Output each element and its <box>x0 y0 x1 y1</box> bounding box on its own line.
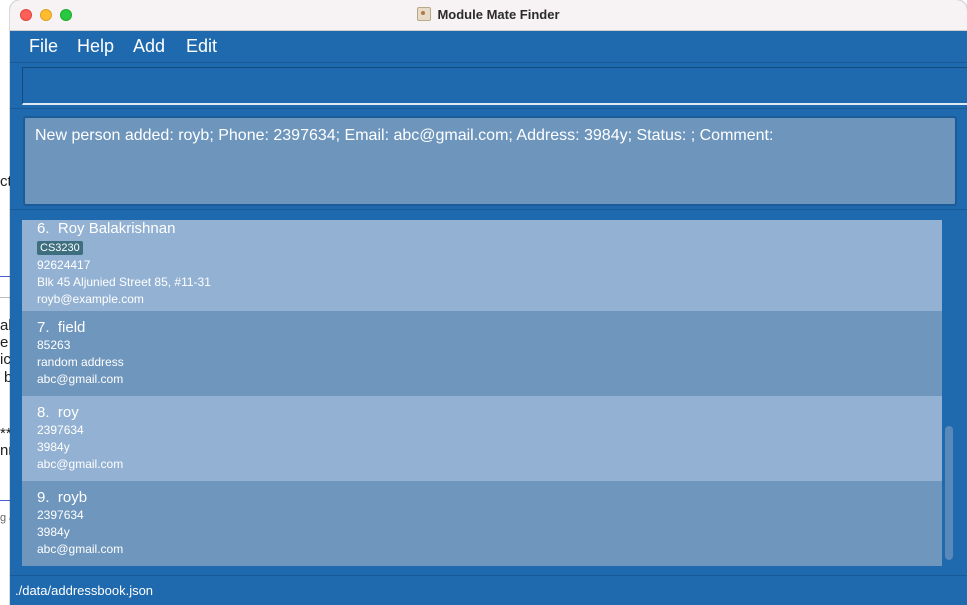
app-icon <box>417 7 432 21</box>
person-card[interactable]: 9. royb 2397634 3984y abc@gmail.com <box>22 481 942 566</box>
person-name: Roy Balakrishnan <box>57 220 176 237</box>
person-tag: CS3230 <box>37 241 83 255</box>
person-name: field <box>57 319 86 336</box>
divider <box>10 108 967 109</box>
person-email: abc@gmail.com <box>37 542 124 556</box>
person-index: 8. <box>37 404 50 421</box>
menu-bar: File Help Add Edit <box>10 31 967 63</box>
person-name-line: 9. royb <box>37 489 942 507</box>
person-phone: 2397634 <box>37 423 84 437</box>
result-message: New person added: royb; Phone: 2397634; … <box>35 127 774 144</box>
person-name-line: 6. Roy Balakrishnan <box>37 220 942 238</box>
window-title: Module Mate Finder <box>10 0 967 30</box>
divider <box>10 209 967 210</box>
list-scrollbar[interactable] <box>945 426 953 560</box>
person-index: 7. <box>37 319 50 336</box>
person-name-line: 7. field <box>37 319 942 337</box>
status-bar: ./data/addressbook.json <box>10 575 967 605</box>
person-index: 9. <box>37 489 50 506</box>
command-input[interactable] <box>22 67 967 105</box>
person-name: roy <box>57 404 79 421</box>
person-phone: 85263 <box>37 338 71 352</box>
person-email: royb@example.com <box>37 292 144 306</box>
background-divider <box>0 297 10 298</box>
window-title-text: Module Mate Finder <box>437 7 560 22</box>
person-address: 3984y <box>37 440 70 454</box>
person-index: 6. <box>37 220 50 237</box>
person-list[interactable]: 6. Roy Balakrishnan CS3230 92624417 Blk … <box>22 220 942 566</box>
data-file-path: ./data/addressbook.json <box>15 583 154 598</box>
background-text-fragment: e <box>0 334 9 351</box>
person-email: abc@gmail.com <box>37 457 124 471</box>
person-phone: 92624417 <box>37 258 91 272</box>
background-divider <box>0 500 10 501</box>
person-address: Blk 45 Aljunied Street 85, #11-31 <box>37 275 211 289</box>
menu-edit[interactable]: Edit <box>186 36 217 56</box>
person-phone: 2397634 <box>37 508 84 522</box>
app-window: Module Mate Finder File Help Add Edit Ne… <box>10 0 967 605</box>
menu-add[interactable]: Add <box>133 36 165 56</box>
person-card[interactable]: 6. Roy Balakrishnan CS3230 92624417 Blk … <box>22 220 942 311</box>
person-card[interactable]: 7. field 85263 random address abc@gmail.… <box>22 311 942 396</box>
person-email: abc@gmail.com <box>37 372 124 386</box>
title-bar: Module Mate Finder <box>10 0 967 31</box>
person-name: royb <box>57 489 88 506</box>
background-divider <box>0 276 10 277</box>
person-address: 3984y <box>37 525 70 539</box>
person-card[interactable]: 8. roy 2397634 3984y abc@gmail.com <box>22 396 942 481</box>
result-display[interactable]: New person added: royb; Phone: 2397634; … <box>23 116 957 206</box>
menu-file[interactable]: File <box>29 36 58 56</box>
menu-help[interactable]: Help <box>77 36 114 56</box>
person-name-line: 8. roy <box>37 404 942 422</box>
person-address: random address <box>37 355 124 369</box>
